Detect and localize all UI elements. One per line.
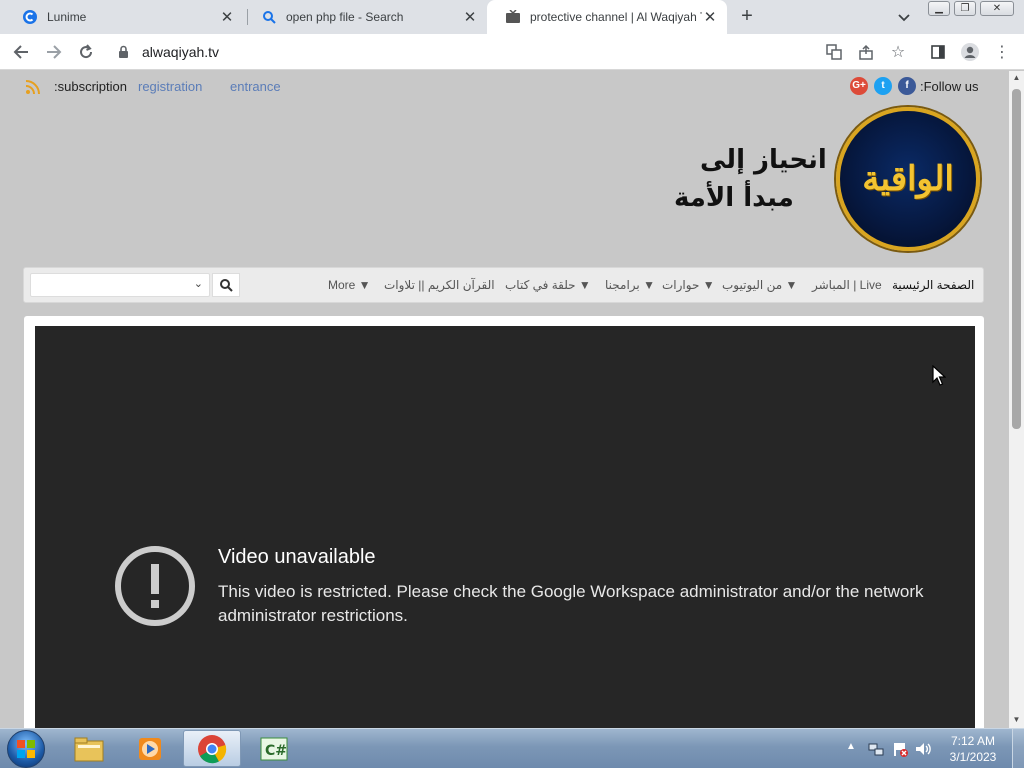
nav-programs[interactable]: برامجنا ▼ [605,268,655,302]
mouse-cursor-icon [932,364,947,392]
menu-kebab-icon[interactable]: ⋮ [992,42,1012,62]
entrance-link[interactable]: entrance [230,79,281,94]
video-player[interactable]: Video unavailable This video is restrict… [35,326,975,728]
nav-live[interactable]: المباشر | Live [812,268,882,302]
side-panel-icon[interactable] [928,42,948,62]
video-error-message: This video is restricted. Please check t… [218,582,924,625]
reload-button[interactable] [76,42,96,62]
facebook-icon[interactable]: f [898,77,916,95]
svg-text:C#: C# [265,743,287,759]
windows-logo-icon [17,740,35,758]
nav-home[interactable]: الصفحة الرئيسية [892,268,974,302]
clock-time: 7:12 AM [950,734,996,748]
volume-icon[interactable] [914,741,932,762]
page-scrollbar[interactable]: ▲ ▼ [1009,71,1024,728]
tab-title: protective channel | Al Waqiyah T [530,10,702,24]
network-icon[interactable] [868,741,884,762]
minimize-button[interactable]: ▁ [928,1,950,16]
site-top-bar: :subscription registration entrance G+ t… [0,71,1009,103]
site-slogan-line2: مبدأ الأمة [674,183,794,213]
tray-expand-icon[interactable]: ▲ [846,741,856,752]
tab-title: open php file - Search [286,10,404,24]
follow-us-label: :Follow us [920,79,979,94]
clock-date: 3/1/2023 [949,750,997,764]
chevron-down-icon[interactable] [895,8,913,26]
tab-lunime[interactable]: Lunime ✕ [4,0,244,34]
show-desktop-button[interactable] [1012,729,1024,768]
nav-more[interactable]: More ▼ [328,268,371,302]
google-plus-icon[interactable]: G+ [850,77,868,95]
media-player-icon[interactable] [121,730,179,767]
tab-alwaqiyah[interactable]: protective channel | Al Waqiyah T ✕ [487,0,727,34]
translate-icon[interactable] [824,42,844,62]
chevron-down-icon[interactable]: ⌄ [194,277,203,290]
close-icon[interactable]: ✕ [219,8,235,26]
back-button[interactable] [11,42,31,62]
new-tab-button[interactable]: + [736,6,758,28]
twitter-icon[interactable]: t [874,77,892,95]
profile-avatar-icon[interactable] [960,42,980,62]
chrome-icon[interactable] [183,730,241,767]
browser-tab-strip: Lunime ✕ open php file - Search ✕ protec… [0,0,1024,34]
web-page: :subscription registration entrance G+ t… [0,71,1009,728]
nav-youtube[interactable]: من اليوتيوب ▼ [722,268,797,302]
search-button[interactable] [212,273,240,297]
scroll-down-icon[interactable]: ▼ [1012,715,1021,724]
exclamation-icon [115,546,195,626]
close-icon[interactable]: ✕ [702,8,718,26]
subscription-label: :subscription [54,79,127,94]
search-icon [261,9,277,25]
video-error-title: Video unavailable [218,546,376,568]
registration-link[interactable]: registration [138,79,202,94]
scrollbar-thumb[interactable] [1012,89,1021,429]
start-button[interactable] [7,730,45,768]
content-panel: Video unavailable This video is restrict… [24,316,984,728]
close-window-button[interactable]: ✕ [980,1,1014,16]
search-icon [220,279,233,292]
tv-icon [505,9,521,25]
site-logo[interactable]: الواقية [836,107,980,251]
maximize-button[interactable]: ❐ [954,1,976,16]
nav-dialogues[interactable]: حوارات ▼ [662,268,715,302]
explorer-icon[interactable] [60,730,118,767]
windows-taskbar: C# ▲ 7:12 AM 3/1/2023 [0,728,1024,768]
action-center-flag-icon[interactable] [892,741,908,762]
nav-book-episode[interactable]: حلقة في كتاب ▼ [505,268,591,302]
nav-quran[interactable]: القرآن الكريم || تلاوات [384,268,495,302]
site-slogan-line1: انحياز إلى [700,145,827,175]
address-bar[interactable]: alwaqiyah.tv [142,44,219,60]
scroll-up-icon[interactable]: ▲ [1012,73,1021,82]
logo-text: الواقية [862,159,954,199]
main-navigation: ⌄ الصفحة الرئيسية المباشر | Live من اليو… [23,267,984,303]
tab-search[interactable]: open php file - Search ✕ [243,0,487,34]
browser-toolbar: alwaqiyah.tv ☆ ⋮ [0,34,1024,70]
share-icon[interactable] [856,42,876,62]
bookmark-star-icon[interactable]: ☆ [888,42,908,62]
taskbar-clock[interactable]: 7:12 AM 3/1/2023 [940,733,1006,765]
rss-icon[interactable] [24,78,42,101]
search-input[interactable]: ⌄ [30,273,210,297]
lock-icon[interactable] [116,42,130,62]
csharp-icon[interactable]: C# [245,730,303,767]
tab-title: Lunime [47,10,87,24]
lunime-icon [22,9,38,25]
close-icon[interactable]: ✕ [462,8,478,26]
forward-button[interactable] [44,42,64,62]
